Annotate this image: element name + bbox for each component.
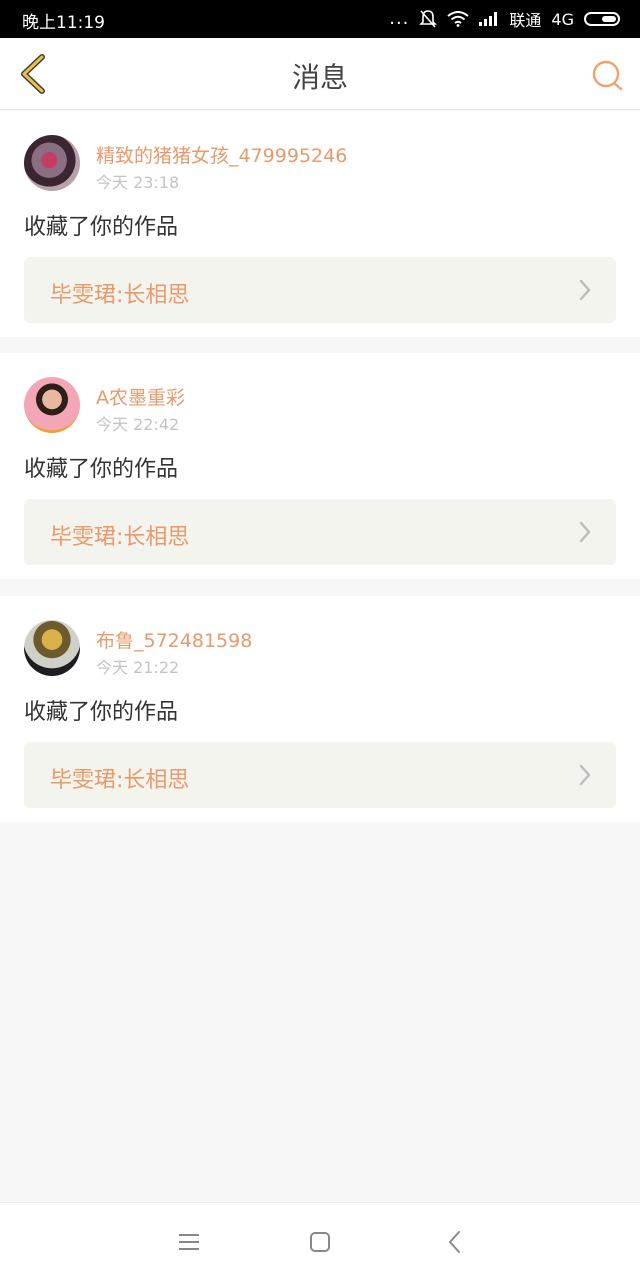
message-time: 今天 21:22 — [96, 658, 180, 677]
avatar[interactable] — [24, 377, 80, 433]
message-card: A农墨重彩 今天 22:42 收藏了你的作品 毕雯珺:长相思 — [0, 353, 640, 579]
search-button[interactable] — [590, 58, 624, 92]
chevron-right-icon — [579, 279, 591, 301]
network-label: 4G — [551, 9, 574, 29]
username[interactable]: A农墨重彩 — [96, 383, 185, 410]
action-text: 收藏了你的作品 — [24, 215, 179, 240]
status-time: 晚上11:19 — [22, 13, 105, 33]
action-text: 收藏了你的作品 — [24, 700, 179, 725]
system-nav-bar — [0, 1202, 640, 1280]
username[interactable]: 精致的猪猪女孩_479995246 — [96, 141, 347, 168]
work-link[interactable]: 毕雯珺:长相思 — [24, 499, 616, 565]
back-icon[interactable] — [442, 1229, 468, 1255]
chevron-right-icon — [579, 764, 591, 786]
header: 消息 — [0, 38, 640, 110]
message-time: 今天 22:42 — [96, 415, 180, 434]
avatar[interactable] — [24, 135, 80, 191]
message-time: 今天 23:18 — [96, 173, 180, 192]
mute-bell-icon — [419, 10, 438, 28]
menu-icon[interactable] — [176, 1229, 202, 1255]
work-title: 毕雯珺:长相思 — [50, 283, 190, 308]
work-title: 毕雯珺:长相思 — [50, 768, 190, 793]
signal-icon — [479, 12, 498, 26]
avatar[interactable] — [24, 620, 80, 676]
work-link[interactable]: 毕雯珺:长相思 — [24, 257, 616, 323]
page-title: 消息 — [291, 61, 348, 94]
action-text: 收藏了你的作品 — [24, 457, 179, 482]
chevron-right-icon — [579, 521, 591, 543]
work-title: 毕雯珺:长相思 — [50, 525, 190, 550]
wifi-icon — [447, 11, 470, 27]
message-card: 精致的猪猪女孩_479995246 今天 23:18 收藏了你的作品 毕雯珺:长… — [0, 111, 640, 337]
work-link[interactable]: 毕雯珺:长相思 — [24, 742, 616, 808]
status-bar: 晚上11:19 ... 联通 4G — [0, 0, 640, 38]
carrier-label: 联通 — [509, 11, 542, 30]
more-dots-icon: ... — [389, 8, 410, 29]
home-icon[interactable] — [307, 1229, 333, 1255]
status-icons: ... 联通 4G — [389, 7, 620, 31]
battery-icon — [584, 12, 620, 26]
message-card: 布鲁_572481598 今天 21:22 收藏了你的作品 毕雯珺:长相思 — [0, 596, 640, 822]
username[interactable]: 布鲁_572481598 — [96, 626, 252, 653]
